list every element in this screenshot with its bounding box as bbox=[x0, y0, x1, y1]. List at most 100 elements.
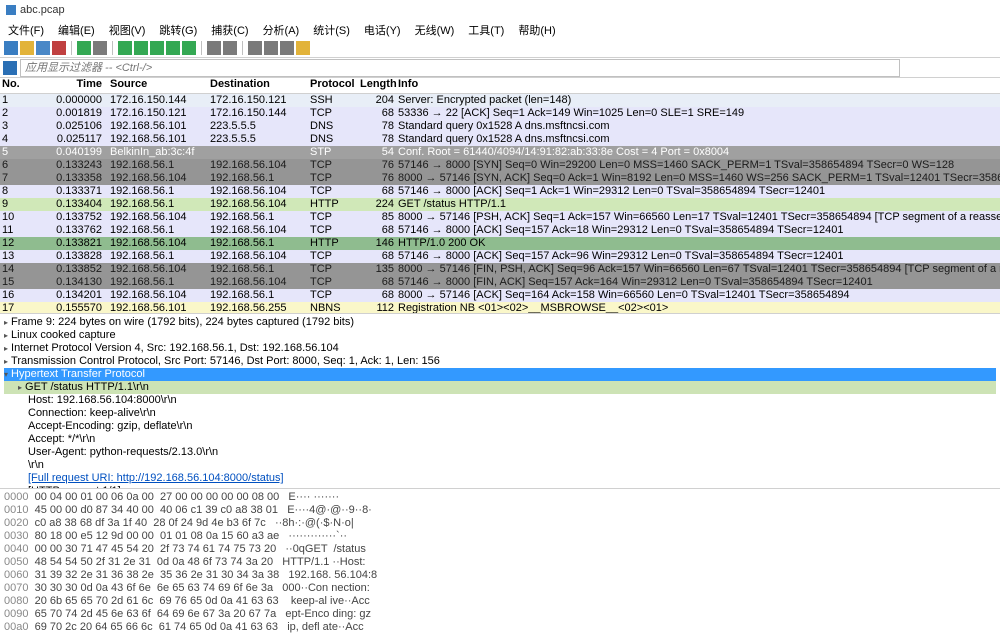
cell-len: 68 bbox=[360, 224, 398, 237]
menu-item[interactable]: 帮助(H) bbox=[518, 22, 555, 36]
packet-row[interactable]: 40.025117192.168.56.101223.5.5.5DNS78Sta… bbox=[0, 133, 1000, 146]
menu-item[interactable]: 捕获(C) bbox=[211, 22, 248, 36]
detail-accenc[interactable]: Accept-Encoding: gzip, deflate\r\n bbox=[4, 420, 996, 433]
forward-icon[interactable] bbox=[134, 41, 148, 55]
detail-get[interactable]: GET /status HTTP/1.1\r\n bbox=[4, 381, 996, 394]
menu-item[interactable]: 统计(S) bbox=[313, 22, 350, 36]
cell-src: 172.16.150.121 bbox=[110, 107, 210, 120]
detail-frame[interactable]: Frame 9: 224 bytes on wire (1792 bits), … bbox=[4, 316, 996, 329]
zoom-in-icon[interactable] bbox=[248, 41, 262, 55]
back-icon[interactable] bbox=[118, 41, 132, 55]
zoom-out-icon[interactable] bbox=[264, 41, 278, 55]
packet-row[interactable]: 140.133852192.168.56.104192.168.56.1TCP1… bbox=[0, 263, 1000, 276]
packet-row[interactable]: 60.133243192.168.56.1192.168.56.104TCP76… bbox=[0, 159, 1000, 172]
menu-item[interactable]: 工具(T) bbox=[468, 22, 504, 36]
menu-item[interactable]: 文件(F) bbox=[8, 22, 44, 36]
cell-time: 0.133404 bbox=[25, 198, 110, 211]
packet-list-pane[interactable]: No. Time Source Destination Protocol Len… bbox=[0, 78, 1000, 313]
detail-crlf[interactable]: \r\n bbox=[4, 459, 996, 472]
col-header-info[interactable]: Info bbox=[398, 78, 1000, 93]
hex-row[interactable]: 00a0 69 70 2c 20 64 65 66 6c 61 74 65 0d… bbox=[4, 621, 996, 633]
detail-ua[interactable]: User-Agent: python-requests/2.13.0\r\n bbox=[4, 446, 996, 459]
cell-info: Server: Encrypted packet (len=148) bbox=[398, 94, 1000, 107]
goto-last-icon[interactable] bbox=[182, 41, 196, 55]
zoom-reset-icon[interactable] bbox=[280, 41, 294, 55]
packet-row[interactable]: 30.025106192.168.56.101223.5.5.5DNS78Sta… bbox=[0, 120, 1000, 133]
cell-proto: TCP bbox=[310, 107, 360, 120]
col-header-dst[interactable]: Destination bbox=[210, 78, 310, 93]
col-header-proto[interactable]: Protocol bbox=[310, 78, 360, 93]
packet-row[interactable]: 70.133358192.168.56.104192.168.56.1TCP76… bbox=[0, 172, 1000, 185]
cell-len: 85 bbox=[360, 211, 398, 224]
hex-row[interactable]: 0040 00 00 30 71 47 45 54 20 2f 73 74 61… bbox=[4, 543, 996, 556]
detail-accept[interactable]: Accept: */*\r\n bbox=[4, 433, 996, 446]
cell-len: 146 bbox=[360, 237, 398, 250]
save-icon[interactable] bbox=[36, 41, 50, 55]
packet-row[interactable]: 120.133821192.168.56.104192.168.56.1HTTP… bbox=[0, 237, 1000, 250]
cell-proto: TCP bbox=[310, 159, 360, 172]
bookmark-icon[interactable] bbox=[3, 61, 17, 75]
cell-src: 192.168.56.101 bbox=[110, 120, 210, 133]
resize-cols-icon[interactable] bbox=[296, 41, 310, 55]
col-header-no[interactable]: No. bbox=[0, 78, 25, 93]
hex-row[interactable]: 0000 00 04 00 01 00 06 0a 00 27 00 00 00… bbox=[4, 491, 996, 504]
cell-info: 8000 → 57146 [PSH, ACK] Seq=1 Ack=157 Wi… bbox=[398, 211, 1000, 224]
cell-len: 112 bbox=[360, 302, 398, 313]
menu-item[interactable]: 电话(Y) bbox=[364, 22, 401, 36]
close-icon[interactable] bbox=[52, 41, 66, 55]
packet-row[interactable]: 110.133762192.168.56.1192.168.56.104TCP6… bbox=[0, 224, 1000, 237]
col-header-len[interactable]: Length bbox=[360, 78, 398, 93]
packet-row[interactable]: 100.133752192.168.56.104192.168.56.1TCP8… bbox=[0, 211, 1000, 224]
goto-first-icon[interactable] bbox=[166, 41, 180, 55]
menu-item[interactable]: 无线(W) bbox=[415, 22, 455, 36]
detail-ip[interactable]: Internet Protocol Version 4, Src: 192.16… bbox=[4, 342, 996, 355]
detail-tcp[interactable]: Transmission Control Protocol, Src Port:… bbox=[4, 355, 996, 368]
cell-time: 0.134201 bbox=[25, 289, 110, 302]
hex-row[interactable]: 0050 48 54 54 50 2f 31 2e 31 0d 0a 48 6f… bbox=[4, 556, 996, 569]
packet-row[interactable]: 150.134130192.168.56.1192.168.56.104TCP6… bbox=[0, 276, 1000, 289]
detail-host[interactable]: Host: 192.168.56.104:8000\r\n bbox=[4, 394, 996, 407]
colorize-icon[interactable] bbox=[223, 41, 237, 55]
col-header-src[interactable]: Source bbox=[110, 78, 210, 93]
packet-row[interactable]: 160.134201192.168.56.104192.168.56.1TCP6… bbox=[0, 289, 1000, 302]
hex-row[interactable]: 0080 20 6b 65 65 70 2d 61 6c 69 76 65 0d… bbox=[4, 595, 996, 608]
packet-row[interactable]: 90.133404192.168.56.1192.168.56.104HTTP2… bbox=[0, 198, 1000, 211]
folder-icon[interactable] bbox=[20, 41, 34, 55]
detail-linux[interactable]: Linux cooked capture bbox=[4, 329, 996, 342]
hex-row[interactable]: 0010 45 00 00 d0 87 34 40 00 40 06 c1 39… bbox=[4, 504, 996, 517]
cell-proto: TCP bbox=[310, 211, 360, 224]
packet-row[interactable]: 10.000000172.16.150.144172.16.150.121SSH… bbox=[0, 94, 1000, 107]
col-header-time[interactable]: Time bbox=[25, 78, 110, 93]
find-icon[interactable] bbox=[93, 41, 107, 55]
packet-row[interactable]: 50.040199BelkinIn_ab:3c:4fSTP54Conf. Roo… bbox=[0, 146, 1000, 159]
cell-src: 192.168.56.104 bbox=[110, 237, 210, 250]
cell-dst: 192.168.56.104 bbox=[210, 185, 310, 198]
hex-row[interactable]: 0030 80 18 00 e5 12 9d 00 00 01 01 08 0a… bbox=[4, 530, 996, 543]
menu-item[interactable]: 跳转(G) bbox=[159, 22, 197, 36]
cell-no: 15 bbox=[0, 276, 25, 289]
display-filter-bar bbox=[0, 58, 1000, 78]
hex-row[interactable]: 0020 c0 a8 38 68 df 3a 1f 40 28 0f 24 9d… bbox=[4, 517, 996, 530]
display-filter-input[interactable] bbox=[20, 59, 900, 77]
reload-icon[interactable] bbox=[77, 41, 91, 55]
detail-fulluri[interactable]: [Full request URI: http://192.168.56.104… bbox=[4, 472, 996, 485]
packet-row[interactable]: 170.155570192.168.56.101192.168.56.255NB… bbox=[0, 302, 1000, 313]
file-open-icon[interactable] bbox=[4, 41, 18, 55]
cell-len: 68 bbox=[360, 289, 398, 302]
packet-bytes-pane[interactable]: 0000 00 04 00 01 00 06 0a 00 27 00 00 00… bbox=[0, 488, 1000, 633]
menu-item[interactable]: 编辑(E) bbox=[58, 22, 95, 36]
menu-item[interactable]: 视图(V) bbox=[109, 22, 146, 36]
detail-conn[interactable]: Connection: keep-alive\r\n bbox=[4, 407, 996, 420]
packet-row[interactable]: 80.133371192.168.56.1192.168.56.104TCP68… bbox=[0, 185, 1000, 198]
hex-row[interactable]: 0070 30 30 30 0d 0a 43 6f 6e 6e 65 63 74… bbox=[4, 582, 996, 595]
autoscroll-icon[interactable] bbox=[207, 41, 221, 55]
hex-row[interactable]: 0060 31 39 32 2e 31 36 38 2e 35 36 2e 31… bbox=[4, 569, 996, 582]
menu-item[interactable]: 分析(A) bbox=[263, 22, 300, 36]
packet-row[interactable]: 130.133828192.168.56.1192.168.56.104TCP6… bbox=[0, 250, 1000, 263]
detail-http[interactable]: Hypertext Transfer Protocol bbox=[4, 368, 996, 381]
cell-time: 0.133852 bbox=[25, 263, 110, 276]
main-toolbar bbox=[0, 38, 1000, 58]
jump-icon[interactable] bbox=[150, 41, 164, 55]
packet-row[interactable]: 20.001819172.16.150.121172.16.150.144TCP… bbox=[0, 107, 1000, 120]
packet-details-pane[interactable]: Frame 9: 224 bytes on wire (1792 bits), … bbox=[0, 313, 1000, 488]
